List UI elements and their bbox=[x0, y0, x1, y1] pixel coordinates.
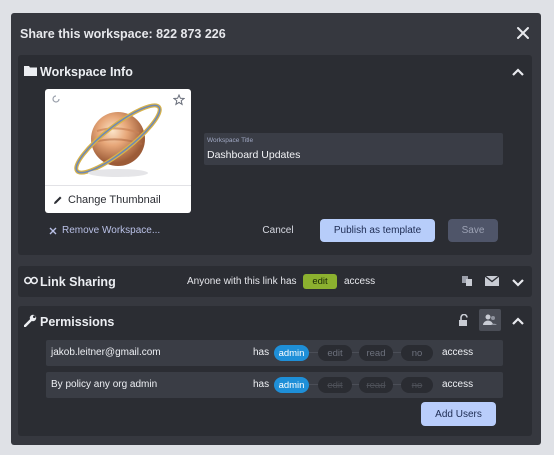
workspace-title-input[interactable] bbox=[207, 149, 497, 161]
level-admin-option[interactable]: admin bbox=[274, 345, 309, 361]
thumbnail-card[interactable]: Change Thumbnail bbox=[45, 89, 191, 213]
modal-title: Share this workspace: 822 873 226 bbox=[20, 27, 226, 41]
copy-icon[interactable] bbox=[461, 275, 473, 287]
level-no-option[interactable]: no bbox=[401, 345, 433, 361]
permission-has-label: has bbox=[253, 379, 270, 390]
star-icon[interactable] bbox=[173, 94, 185, 106]
mail-icon[interactable] bbox=[485, 276, 499, 286]
link-sharing-suffix: access bbox=[344, 276, 376, 287]
permission-row: jakob.leitner@gmail.com has admin edit r… bbox=[46, 340, 503, 366]
save-button[interactable]: Save bbox=[448, 219, 498, 242]
planet-icon bbox=[74, 103, 162, 177]
refresh-icon[interactable] bbox=[51, 94, 61, 104]
change-thumbnail-button[interactable]: Change Thumbnail bbox=[45, 185, 191, 213]
level-edit-option[interactable]: edit bbox=[318, 345, 352, 361]
permissions-title: Permissions bbox=[40, 315, 115, 329]
level-read-option: read bbox=[359, 377, 393, 393]
workspace-title-field[interactable]: Workspace Title bbox=[204, 133, 503, 165]
remove-workspace-label: Remove Workspace... bbox=[62, 225, 161, 236]
change-thumbnail-label: Change Thumbnail bbox=[68, 193, 161, 206]
close-icon[interactable] bbox=[515, 25, 531, 41]
link-sharing-prefix: Anyone with this link has bbox=[187, 276, 297, 287]
publish-template-button[interactable]: Publish as template bbox=[320, 219, 435, 242]
permission-has-label: has bbox=[253, 347, 270, 358]
link-sharing-title: Link Sharing bbox=[40, 275, 116, 289]
workspace-info-panel: Workspace Info Change Thumbnail Workspac… bbox=[18, 55, 532, 255]
chevron-up-icon[interactable] bbox=[511, 314, 525, 328]
user-group-icon bbox=[483, 314, 497, 325]
add-users-button[interactable]: Add Users bbox=[421, 402, 496, 426]
cancel-button[interactable]: Cancel bbox=[258, 219, 298, 242]
share-workspace-modal: Share this workspace: 822 873 226 Worksp… bbox=[11, 13, 541, 445]
modal-header: Share this workspace: 822 873 226 bbox=[11, 13, 541, 55]
chevron-down-icon[interactable] bbox=[511, 275, 525, 289]
permission-row: By policy any org admin has admin edit r… bbox=[46, 372, 503, 398]
folder-icon bbox=[24, 66, 37, 76]
permission-access-label: access bbox=[442, 379, 474, 390]
x-icon bbox=[49, 227, 57, 234]
workspace-info-title: Workspace Info bbox=[40, 65, 133, 79]
link-icon bbox=[24, 276, 38, 285]
level-read-option[interactable]: read bbox=[359, 345, 393, 361]
link-sharing-panel: Link Sharing Anyone with this link has e… bbox=[18, 266, 532, 297]
pencil-icon bbox=[54, 196, 62, 204]
permission-user: By policy any org admin bbox=[51, 379, 158, 390]
level-admin-option[interactable]: admin bbox=[274, 377, 309, 393]
wrench-icon bbox=[24, 314, 37, 327]
remove-workspace-link[interactable]: Remove Workspace... bbox=[49, 225, 160, 236]
permission-access-label: access bbox=[442, 347, 474, 358]
unlock-icon[interactable] bbox=[458, 314, 470, 327]
chevron-up-icon[interactable] bbox=[511, 65, 525, 79]
user-group-button[interactable] bbox=[479, 309, 501, 331]
level-no-option: no bbox=[401, 377, 433, 393]
level-edit-option: edit bbox=[318, 377, 352, 393]
link-access-level[interactable]: edit bbox=[303, 274, 337, 289]
permission-user: jakob.leitner@gmail.com bbox=[51, 347, 161, 358]
workspace-title-label: Workspace Title bbox=[207, 137, 254, 144]
